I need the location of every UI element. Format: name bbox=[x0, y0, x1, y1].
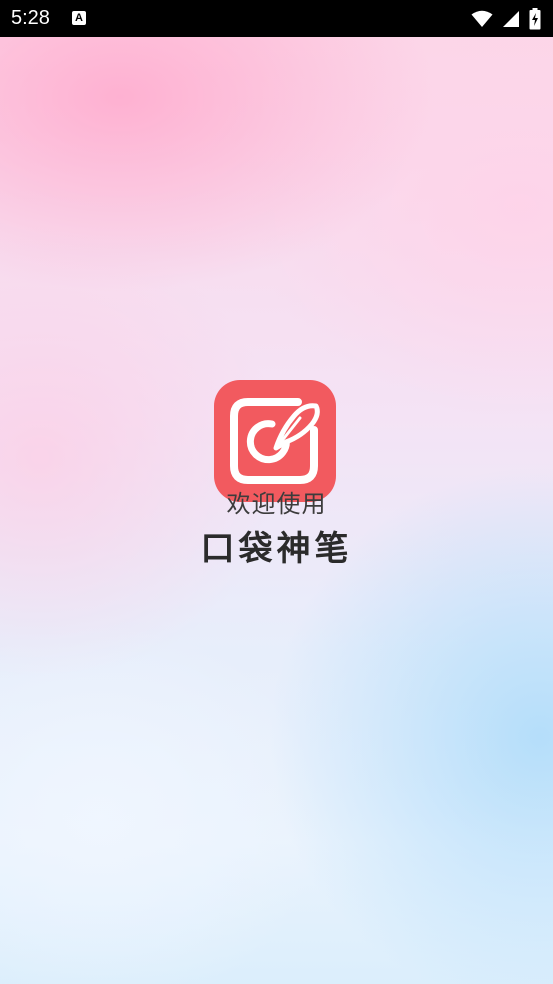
app-name: 口袋神笔 bbox=[200, 529, 353, 569]
screen: 5:28 A 欢迎使用 口袋神笔 bbox=[0, 0, 553, 984]
status-bar: 5:28 A bbox=[0, 0, 553, 37]
app-logo-icon bbox=[214, 380, 336, 502]
battery-charging-icon bbox=[529, 8, 541, 30]
status-time: 5:28 bbox=[11, 7, 50, 29]
status-icons bbox=[471, 8, 541, 30]
wifi-icon bbox=[471, 10, 493, 28]
notification-icon: A bbox=[72, 11, 86, 25]
cellular-signal-icon bbox=[503, 10, 519, 28]
welcome-text: 欢迎使用 bbox=[226, 490, 327, 518]
